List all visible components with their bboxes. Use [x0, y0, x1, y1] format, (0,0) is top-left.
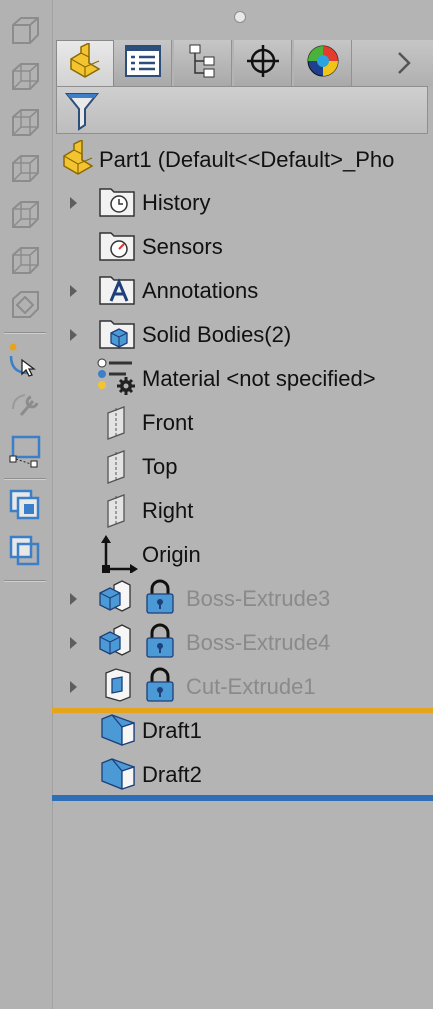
expand-arrow-icon[interactable]	[70, 197, 77, 209]
tree-item-label: Solid Bodies(2)	[142, 322, 292, 347]
tab-scroll-right-icon[interactable]	[384, 40, 424, 86]
plane-icon	[104, 449, 130, 490]
boss-extrude-icon	[98, 579, 134, 620]
left-toolbar	[0, 0, 53, 1009]
tree-item-part-root[interactable]: Part1 (Default<<Default>_Pho	[56, 138, 433, 182]
tree-item-history[interactable]: History	[56, 181, 433, 225]
tree-item-cut-extrude1[interactable]: Cut-Extrude1	[56, 665, 433, 709]
tree-item-label: Draft1	[142, 718, 202, 743]
tree-item-top-plane[interactable]: Top	[56, 445, 433, 489]
toolbar-separator	[4, 332, 46, 334]
sensors-folder-icon	[99, 229, 135, 266]
tab-dimxpert-manager[interactable]	[234, 40, 292, 86]
material-icon	[96, 357, 136, 400]
tree-item-origin[interactable]: Origin	[56, 533, 433, 577]
boss-extrude-icon	[98, 623, 134, 664]
selection-box-icon[interactable]	[6, 432, 44, 470]
tab-display-manager[interactable]	[294, 40, 352, 86]
tree-item-right-plane[interactable]: Right	[56, 489, 433, 533]
filter-funnel-icon[interactable]	[64, 91, 100, 136]
draft-feature-icon	[100, 757, 136, 796]
tree-item-boss-extrude3[interactable]: Boss-Extrude3	[56, 577, 433, 621]
cut-extrude-icon	[102, 667, 134, 708]
tree-item-solid-bodies[interactable]: Solid Bodies(2)	[56, 313, 433, 357]
tab-property-manager[interactable]	[114, 40, 172, 86]
part-icon	[60, 138, 96, 181]
part-icon	[67, 41, 103, 84]
tree-item-label: Material <not specified>	[142, 366, 376, 391]
end-of-tree-bar	[52, 795, 433, 801]
cube-front-view-icon[interactable]	[6, 12, 44, 50]
splitter-handle[interactable]	[234, 11, 246, 23]
tree-item-front-plane[interactable]: Front	[56, 401, 433, 445]
tree-item-draft2[interactable]: Draft2	[56, 753, 433, 797]
tree-item-label: History	[142, 190, 211, 215]
expand-arrow-icon[interactable]	[70, 681, 77, 693]
history-folder-icon	[99, 185, 135, 222]
toolbar-separator	[4, 478, 46, 480]
expand-arrow-icon[interactable]	[70, 593, 77, 605]
tree-item-label: Top	[142, 454, 178, 479]
tree-item-label: Cut-Extrude1	[186, 674, 316, 699]
tree-item-sensors[interactable]: Sensors	[56, 225, 433, 269]
select-icon[interactable]	[6, 340, 44, 378]
toolbar-separator	[4, 580, 46, 582]
tree-item-label: Boss-Extrude3	[186, 586, 331, 611]
crosshair-icon	[245, 43, 281, 84]
tree-item-label: Annotations	[142, 278, 259, 303]
tree-item-label: Front	[142, 410, 194, 435]
cube-top-view-icon[interactable]	[6, 196, 44, 234]
origin-axes-icon	[98, 533, 138, 578]
tree-item-boss-extrude4[interactable]: Boss-Extrude4	[56, 621, 433, 665]
expand-arrow-icon[interactable]	[70, 329, 77, 341]
tree-item-label: Part1 (Default<<Default>_Pho	[99, 147, 395, 172]
tree-item-draft1[interactable]: Draft1	[56, 709, 433, 753]
plane-icon	[104, 405, 130, 446]
tree-item-annotations[interactable]: Annotations	[56, 269, 433, 313]
lock-icon	[144, 623, 176, 664]
tab-configuration-manager[interactable]	[174, 40, 232, 86]
tree-filter-bar[interactable]	[56, 86, 428, 134]
tree-item-label: Origin	[142, 542, 201, 567]
cube-bottom-view-icon[interactable]	[6, 242, 44, 280]
annotations-folder-icon	[99, 273, 135, 310]
cube-left-view-icon[interactable]	[6, 104, 44, 142]
tab-feature-manager[interactable]	[56, 40, 114, 86]
plane-icon	[104, 493, 130, 534]
property-list-icon	[124, 44, 161, 82]
tree-item-material[interactable]: Material <not specified>	[56, 357, 433, 401]
overlap-layers-icon[interactable]	[6, 532, 44, 570]
expand-arrow-icon[interactable]	[70, 637, 77, 649]
appearance-sphere-icon	[305, 43, 341, 84]
cube-right-view-icon[interactable]	[6, 150, 44, 188]
tree-item-label: Boss-Extrude4	[186, 630, 331, 655]
draft-feature-icon	[100, 713, 136, 752]
tree-item-label: Sensors	[142, 234, 223, 259]
manager-tab-strip	[56, 40, 433, 86]
lock-icon	[144, 579, 176, 620]
solid-bodies-folder-icon	[99, 317, 135, 354]
tree-item-label: Right	[142, 498, 194, 523]
isometric-view-icon[interactable]	[6, 286, 44, 324]
lock-icon	[144, 667, 176, 708]
copy-layers-icon[interactable]	[6, 486, 44, 524]
wrench-icon[interactable]	[6, 386, 44, 424]
tree-item-label: Draft2	[142, 762, 202, 787]
feature-manager-panel: Part1 (Default<<Default>_Pho History Sen…	[0, 0, 433, 1009]
configuration-tree-icon	[187, 43, 219, 84]
cube-back-view-icon[interactable]	[6, 58, 44, 96]
expand-arrow-icon[interactable]	[70, 285, 77, 297]
